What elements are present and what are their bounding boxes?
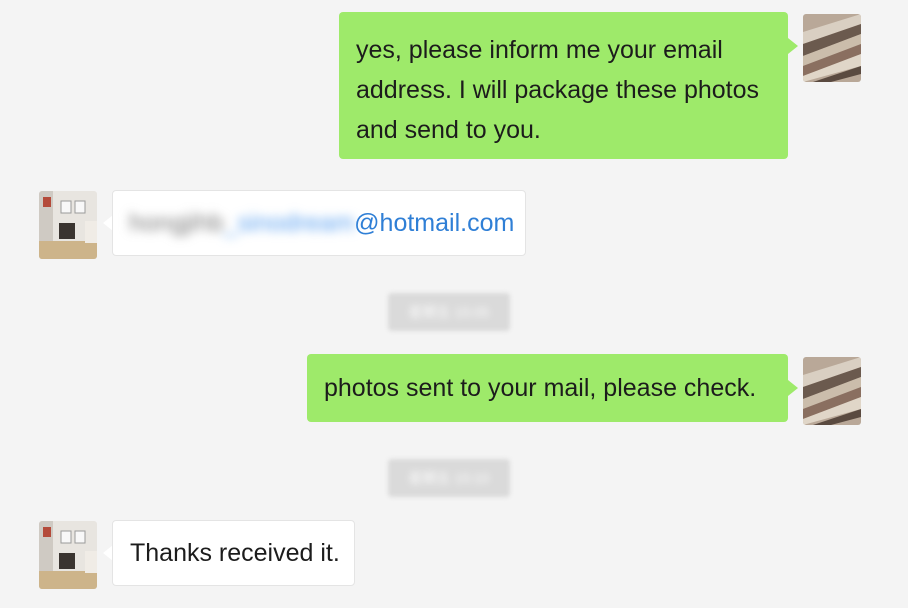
message-text-line: address. I will package these photos	[356, 76, 760, 104]
bubble-tail	[788, 38, 798, 54]
contact-avatar[interactable]	[39, 521, 97, 589]
incoming-message-bubble[interactable]: Thanks received it.	[112, 520, 355, 586]
email-domain: @hotmail.com	[354, 209, 515, 237]
bubble-tail	[788, 380, 798, 396]
email-address-text[interactable]: hongjihb_sinodream@hotmail.com	[129, 203, 525, 243]
timestamp-text: 星期五 15:05	[408, 304, 490, 320]
timestamp-divider: 星期五 15:10	[388, 459, 510, 497]
message-text: photos sent to your mail, please check.	[324, 374, 757, 402]
incoming-email-bubble[interactable]: hongjihb_sinodream@hotmail.com	[112, 190, 526, 256]
room-interior-avatar-image	[39, 191, 97, 259]
redacted-email-username: hongjihb	[129, 209, 224, 237]
room-interior-avatar-image	[39, 521, 97, 589]
my-avatar[interactable]	[803, 357, 861, 425]
timestamp-divider: 星期五 15:05	[388, 293, 510, 331]
message-text-line: yes, please inform me your email	[356, 36, 723, 64]
outgoing-message-bubble[interactable]: photos sent to your mail, please check.	[307, 354, 788, 422]
fabric-stripes-avatar-image	[803, 14, 861, 82]
fabric-stripes-avatar-image	[803, 357, 861, 425]
timestamp-text: 星期五 15:10	[408, 470, 490, 486]
contact-avatar[interactable]	[39, 191, 97, 259]
message-text-line: and send to you.	[356, 116, 541, 144]
message-text: Thanks received it.	[130, 539, 340, 567]
outgoing-message-bubble[interactable]: yes, please inform me your email address…	[339, 12, 788, 159]
redacted-email-middle: _sinodream	[223, 209, 355, 237]
my-avatar[interactable]	[803, 14, 861, 82]
